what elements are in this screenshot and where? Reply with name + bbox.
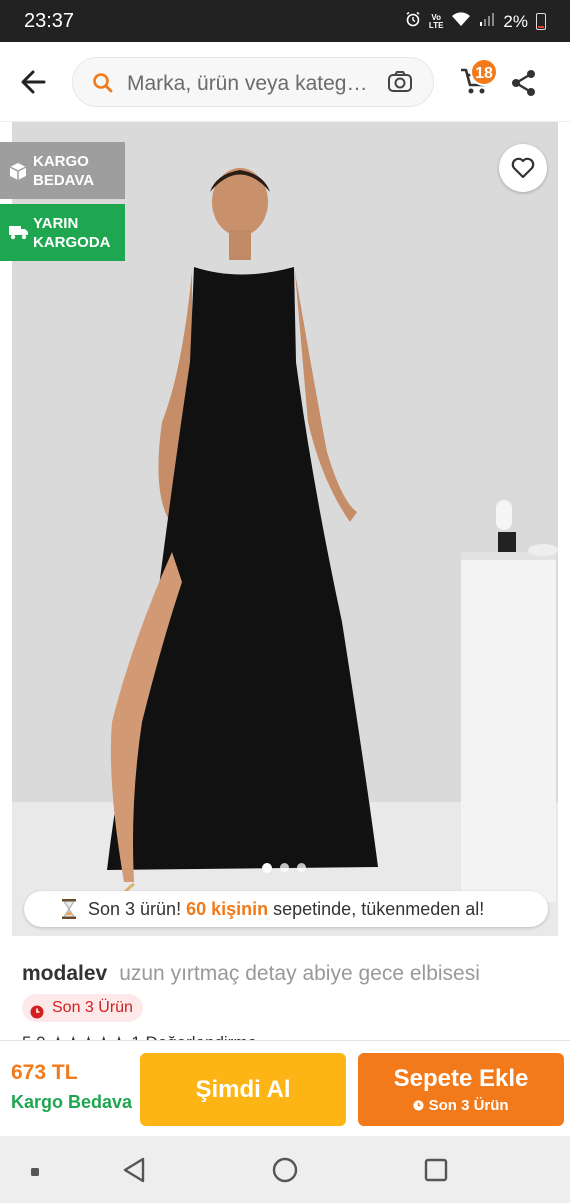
square-dot-icon	[31, 1168, 39, 1176]
nav-menu-button[interactable]	[30, 1164, 40, 1182]
heart-icon	[511, 157, 535, 179]
share-button[interactable]	[510, 68, 538, 98]
wifi-icon	[451, 11, 471, 32]
product-info: modalev uzun yırtmaç detay abiye gece elb…	[0, 936, 570, 1041]
free-shipping-line1: KARGO	[33, 153, 89, 170]
cart-count-badge: 18	[470, 58, 498, 86]
nav-recents-button[interactable]	[424, 1158, 448, 1187]
battery-icon	[536, 13, 546, 30]
price: 673 TL	[11, 1061, 78, 1084]
urgency-count: 60 kişinin	[186, 898, 269, 919]
favorite-button[interactable]	[499, 144, 547, 192]
camera-icon	[388, 71, 412, 92]
battery-percent: 2%	[503, 11, 528, 31]
add-to-cart-sublabel: Son 3 Ürün	[358, 1097, 564, 1114]
back-button[interactable]	[16, 64, 52, 100]
truck-icon	[8, 223, 30, 245]
free-shipping-line2: BEDAVA	[33, 172, 95, 189]
stock-badge: Son 3 Ürün	[22, 994, 143, 1022]
box-icon	[8, 161, 28, 185]
status-bar: 23:37 Vo LTE 2%	[0, 0, 570, 42]
bottom-action-bar: 673 TL Kargo Bedava Şimdi Al Sepete Ekle…	[0, 1040, 570, 1136]
stock-label: Son 3 Ürün	[52, 999, 133, 1016]
add-to-cart-label: Sepete Ekle	[393, 1065, 529, 1092]
carousel-dot-1[interactable]	[262, 863, 272, 873]
search-input[interactable]: Marka, ürün veya kategori ara	[72, 57, 434, 107]
nav-back-button[interactable]	[121, 1156, 147, 1189]
product-image-carousel[interactable]: KARGO BEDAVA YARIN KARGODA Son 3 ürün! 6…	[0, 122, 570, 936]
clock-icon	[30, 1001, 44, 1029]
product-title: modalev uzun yırtmaç detay abiye gece elb…	[22, 962, 480, 986]
volte-icon: Vo LTE	[428, 12, 444, 30]
search-placeholder: Marka, ürün veya kategori ara	[127, 72, 379, 95]
buy-now-button[interactable]: Şimdi Al	[140, 1053, 346, 1126]
alarm-icon	[405, 11, 421, 32]
brand-name[interactable]: modalev	[22, 962, 107, 985]
add-to-cart-stock: Son 3 Ürün	[428, 1097, 509, 1114]
urgency-banner: Son 3 ürün! 60 kişinin sepetinde, tükenm…	[24, 891, 548, 927]
clock-icon	[413, 1100, 425, 1111]
search-icon	[91, 71, 115, 100]
carousel-dots	[262, 863, 306, 873]
circle-home-icon	[272, 1157, 298, 1183]
signal-icon	[479, 11, 495, 32]
urgency-text-1: Son 3 ürün!	[88, 898, 182, 919]
add-to-cart-button[interactable]: Sepete Ekle Son 3 Ürün	[358, 1053, 564, 1126]
hourglass-icon	[60, 898, 78, 925]
triangle-back-icon	[123, 1157, 145, 1183]
camera-search-button[interactable]	[387, 70, 413, 99]
square-recents-icon	[424, 1158, 448, 1182]
status-icons: Vo LTE 2%	[405, 11, 546, 32]
next-day-line2: KARGODA	[33, 234, 111, 251]
free-shipping-badge: KARGO BEDAVA	[0, 142, 125, 199]
arrow-left-icon	[21, 70, 46, 94]
next-day-shipping-badge: YARIN KARGODA	[0, 204, 125, 261]
nav-home-button[interactable]	[272, 1157, 298, 1188]
urgency-text-2: sepetinde, tükenmeden al!	[273, 898, 485, 919]
top-bar: Marka, ürün veya kategori ara 18	[0, 42, 570, 122]
share-icon	[512, 70, 535, 96]
carousel-dot-3[interactable]	[297, 863, 306, 872]
shipping-info: Kargo Bedava	[11, 1092, 133, 1112]
status-time: 23:37	[24, 10, 75, 32]
next-day-line1: YARIN	[33, 215, 79, 232]
product-name: uzun yırtmaç detay abiye gece elbisesi	[119, 962, 480, 985]
system-nav-bar	[0, 1136, 570, 1203]
carousel-dot-2[interactable]	[280, 863, 289, 872]
